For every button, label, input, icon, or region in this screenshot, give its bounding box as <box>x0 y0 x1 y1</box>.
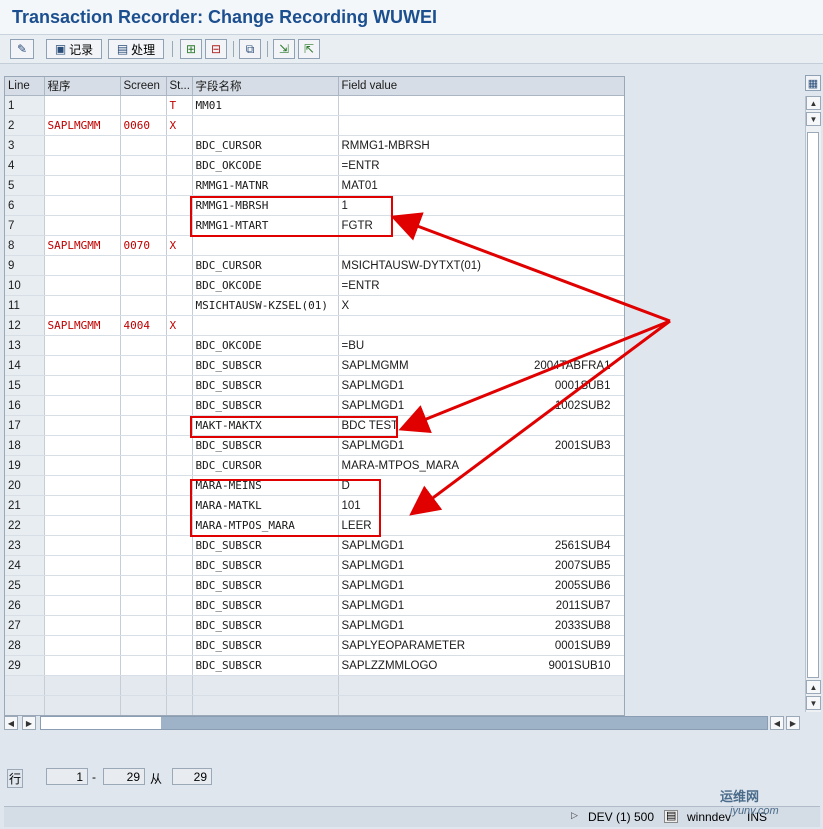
annotation-arrow-3 <box>409 319 671 516</box>
annotation-arrow-1 <box>390 212 671 323</box>
annotation-arrow-2 <box>398 319 671 433</box>
annotation-arrows <box>390 212 671 516</box>
